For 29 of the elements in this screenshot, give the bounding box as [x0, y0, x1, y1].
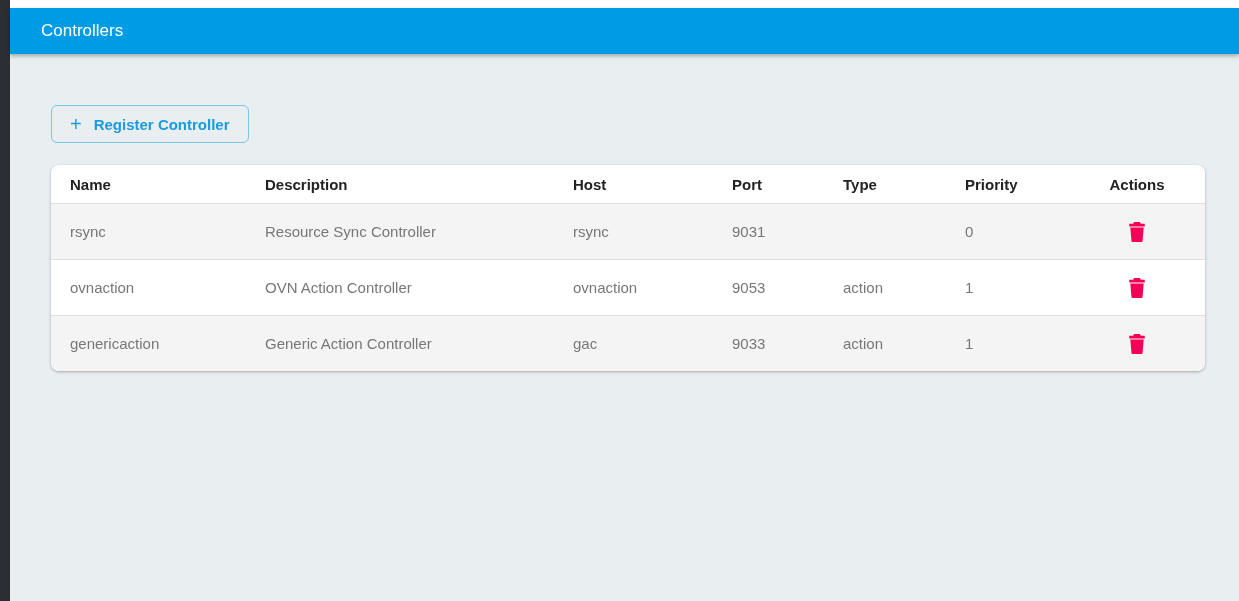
table-cell: 0 — [965, 222, 974, 240]
table-cell: Resource Sync Controller — [265, 222, 436, 240]
column-header: Type — [843, 175, 878, 193]
table-cell: 1 — [965, 334, 974, 352]
table-cell: gac — [573, 334, 598, 352]
table-cell: rsync — [70, 222, 106, 240]
column-header: Name — [70, 175, 112, 193]
trash-icon[interactable] — [1129, 333, 1145, 354]
column-header: Description — [265, 175, 349, 193]
column-header: Port — [732, 175, 763, 193]
table-cell: action — [843, 278, 884, 296]
column-header: Priority — [965, 175, 1019, 193]
table-cell: 1 — [965, 278, 974, 296]
page-title: Controllers — [41, 21, 124, 41]
column-header: Host — [573, 175, 608, 193]
table-cell: 9033 — [732, 334, 766, 352]
table-cell: ovnaction — [70, 278, 135, 296]
register-controller-button[interactable]: + Register Controller — [51, 105, 249, 143]
table-cell: OVN Action Controller — [265, 278, 412, 296]
table-cell: action — [843, 334, 884, 352]
trash-icon[interactable] — [1129, 277, 1145, 298]
table-cell: rsync — [573, 222, 609, 240]
table-cell: 9031 — [732, 222, 766, 240]
column-header: Actions — [1109, 175, 1166, 193]
table-cell: genericaction — [70, 334, 160, 352]
trash-icon[interactable] — [1129, 221, 1145, 242]
table-cell: Generic Action Controller — [265, 334, 432, 352]
table-cell: ovnaction — [573, 278, 638, 296]
table-cell: 9053 — [732, 278, 766, 296]
